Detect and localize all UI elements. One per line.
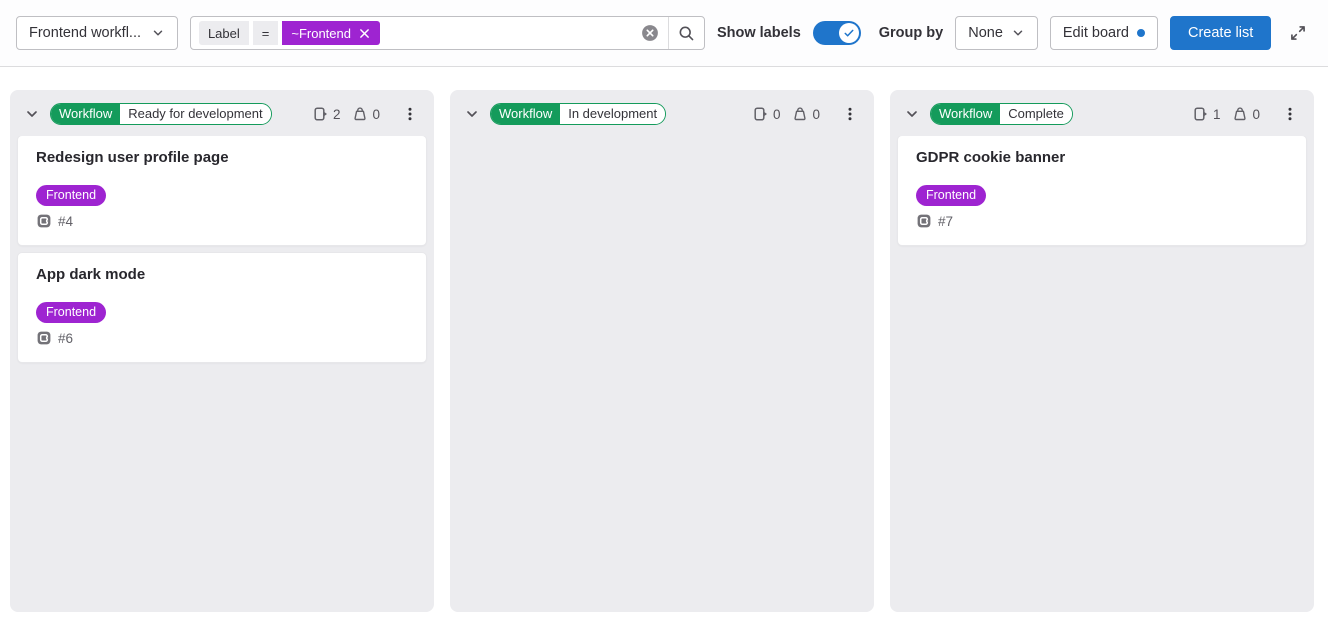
collapse-column-button[interactable] [22, 104, 42, 124]
column-counts: 0 0 [753, 106, 828, 122]
issue-footer: #4 [36, 213, 408, 229]
issues-icon [1193, 106, 1209, 122]
issues-icon [753, 106, 769, 122]
notification-dot [1137, 29, 1145, 37]
issue-type-icon [36, 213, 52, 229]
group-by-label: Group by [879, 25, 943, 41]
issue-title[interactable]: Redesign user profile page [36, 149, 408, 166]
collapse-column-button[interactable] [902, 104, 922, 124]
column-menu-button[interactable] [836, 102, 864, 126]
column-header: Workflow In development 0 0 [450, 90, 874, 136]
group-by-value: None [968, 25, 1003, 41]
chevron-down-icon [464, 106, 480, 122]
board-column-in-development: Workflow In development 0 0 [450, 90, 874, 612]
board-switcher-label: Frontend workfl... [29, 25, 141, 41]
expand-icon [1289, 24, 1307, 42]
chevron-down-icon [24, 106, 40, 122]
issue-count: 1 [1213, 107, 1221, 122]
label-scope: Workflow [491, 104, 560, 124]
filter-token-value-text: ~Frontend [291, 26, 351, 41]
kebab-icon [402, 106, 418, 122]
group-by-dropdown[interactable]: None [955, 16, 1038, 50]
issue-board-app: Frontend workfl... Label = ~Frontend [0, 0, 1328, 612]
clear-circle-icon [641, 24, 659, 42]
edit-board-label: Edit board [1063, 25, 1129, 41]
issue-title[interactable]: GDPR cookie banner [916, 149, 1288, 166]
column-card-list: Redesign user profile page Frontend #4 A… [10, 136, 434, 612]
board-column-complete: Workflow Complete 1 0 [890, 90, 1314, 612]
collapse-column-button[interactable] [462, 104, 482, 124]
issue-type-icon [36, 330, 52, 346]
issue-title[interactable]: App dark mode [36, 266, 408, 283]
search-button[interactable] [668, 17, 704, 49]
board-column-ready-for-development: Workflow Ready for development 2 0 [10, 90, 434, 612]
show-labels-label: Show labels [717, 25, 801, 41]
clear-filter-button[interactable] [632, 17, 668, 49]
weight-count: 0 [1252, 107, 1260, 122]
weight-count: 0 [812, 107, 820, 122]
issue-reference: #7 [938, 214, 953, 229]
chevron-down-icon [1011, 26, 1025, 40]
label-value: Ready for development [120, 104, 270, 124]
issue-label[interactable]: Frontend [36, 302, 106, 323]
issue-label[interactable]: Frontend [916, 185, 986, 206]
column-menu-button[interactable] [396, 102, 424, 126]
issue-type-icon [916, 213, 932, 229]
search-icon [678, 25, 695, 42]
remove-token-icon[interactable] [358, 27, 371, 40]
column-card-list [450, 136, 874, 612]
weight-icon [352, 106, 368, 122]
issue-footer: #6 [36, 330, 408, 346]
issue-footer: #7 [916, 213, 1288, 229]
chevron-down-icon [151, 26, 165, 40]
kebab-icon [842, 106, 858, 122]
board-toolbar: Frontend workfl... Label = ~Frontend [0, 0, 1328, 67]
check-icon [843, 27, 855, 39]
board-area: Workflow Ready for development 2 0 [0, 67, 1328, 612]
kebab-icon [1282, 106, 1298, 122]
column-counts: 1 0 [1193, 106, 1268, 122]
issue-reference: #6 [58, 331, 73, 346]
filter-token: Label = ~Frontend [191, 17, 632, 49]
filter-token-value[interactable]: ~Frontend [282, 21, 380, 45]
issue-reference: #4 [58, 214, 73, 229]
column-menu-button[interactable] [1276, 102, 1304, 126]
column-scoped-label[interactable]: Workflow Ready for development [50, 103, 272, 125]
create-list-button[interactable]: Create list [1170, 16, 1271, 50]
column-scoped-label[interactable]: Workflow In development [490, 103, 666, 125]
weight-icon [792, 106, 808, 122]
issues-icon [313, 106, 329, 122]
column-header: Workflow Ready for development 2 0 [10, 90, 434, 136]
issue-label[interactable]: Frontend [36, 185, 106, 206]
expand-board-button[interactable] [1283, 18, 1312, 48]
column-card-list: GDPR cookie banner Frontend #7 [890, 136, 1314, 612]
column-header: Workflow Complete 1 0 [890, 90, 1314, 136]
issue-count: 2 [333, 107, 341, 122]
column-counts: 2 0 [313, 106, 388, 122]
issue-card[interactable]: Redesign user profile page Frontend #4 [18, 136, 426, 245]
show-labels-toggle[interactable] [813, 21, 861, 45]
label-value: In development [560, 104, 665, 124]
issue-count: 0 [773, 107, 781, 122]
label-scope: Workflow [931, 104, 1000, 124]
column-scoped-label[interactable]: Workflow Complete [930, 103, 1073, 125]
label-scope: Workflow [51, 104, 120, 124]
weight-count: 0 [372, 107, 380, 122]
issue-card[interactable]: App dark mode Frontend #6 [18, 253, 426, 362]
board-switcher-dropdown[interactable]: Frontend workfl... [16, 16, 178, 50]
toggle-knob [839, 23, 859, 43]
filter-token-field[interactable]: Label [199, 21, 249, 45]
issue-card[interactable]: GDPR cookie banner Frontend #7 [898, 136, 1306, 245]
weight-icon [1232, 106, 1248, 122]
label-value: Complete [1000, 104, 1072, 124]
chevron-down-icon [904, 106, 920, 122]
filter-bar[interactable]: Label = ~Frontend [190, 16, 705, 50]
edit-board-button[interactable]: Edit board [1050, 16, 1158, 50]
filter-token-operator[interactable]: = [253, 21, 279, 45]
